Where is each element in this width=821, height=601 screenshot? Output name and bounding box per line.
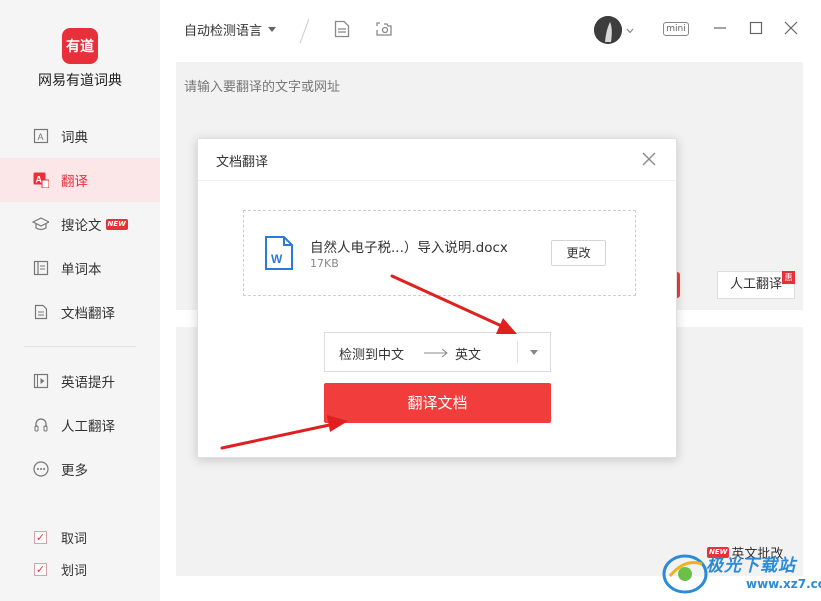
- arrow-right-icon: [423, 347, 449, 358]
- sidebar-item-wordbook[interactable]: 单词本: [0, 246, 160, 290]
- language-pair-select[interactable]: 检测到中文 英文: [324, 332, 551, 372]
- sidebar-item-paper-search[interactable]: 搜论文 NEW: [0, 202, 160, 246]
- sidebar-item-doc-translate[interactable]: 文档翻译: [0, 290, 160, 334]
- mini-mode-button[interactable]: mini: [663, 22, 689, 36]
- file-name: 自然人电子税...）导入说明.docx: [310, 240, 508, 256]
- file-drop-area[interactable]: W 自然人电子税...）导入说明.docx 17KB 更改: [243, 210, 636, 296]
- document-translate-icon[interactable]: [333, 20, 351, 38]
- dialog-divider: [198, 180, 676, 181]
- sidebar-item-dictionary[interactable]: A 词典: [0, 114, 160, 158]
- maximize-icon[interactable]: [748, 20, 764, 36]
- chevron-down-icon[interactable]: [626, 24, 634, 34]
- translate-document-button[interactable]: 翻译文档: [324, 383, 551, 423]
- dictionary-icon: A: [32, 128, 49, 145]
- sidebar-item-label: 单词本: [61, 262, 102, 278]
- dialog-title: 文档翻译: [216, 155, 269, 170]
- wordbook-icon: [32, 260, 49, 277]
- change-file-button[interactable]: 更改: [551, 240, 606, 266]
- svg-text:A: A: [35, 175, 42, 185]
- sidebar-item-label: 人工翻译: [61, 419, 115, 435]
- sidebar-item-human-translate[interactable]: 人工翻译: [0, 403, 160, 447]
- target-language: 英文: [455, 348, 482, 363]
- sidebar-item-label: 搜论文: [61, 218, 102, 234]
- source-language: 检测到中文: [339, 348, 405, 363]
- toolbar-divider: [299, 18, 310, 44]
- word-file-icon: W: [264, 235, 294, 271]
- sidebar-divider: [24, 346, 136, 347]
- new-badge: NEW: [105, 218, 128, 230]
- paper-icon: [32, 216, 49, 233]
- more-icon: [32, 461, 49, 478]
- screenshot-translate-icon[interactable]: [375, 20, 393, 38]
- file-size: 17KB: [310, 257, 339, 270]
- source-language-label: 自动检测语言: [184, 24, 263, 39]
- sidebar-item-label: 英语提升: [61, 375, 115, 391]
- minimize-icon[interactable]: [712, 20, 728, 36]
- play-icon: [32, 373, 49, 390]
- close-icon[interactable]: [642, 152, 656, 166]
- human-translate-button[interactable]: 人工翻译 惠: [717, 271, 795, 299]
- close-icon[interactable]: [783, 20, 799, 36]
- chevron-down-icon: [268, 27, 277, 32]
- watermark-text: 极光下载站: [706, 556, 796, 576]
- document-translate-dialog: 文档翻译 W 自然人电子税...）导入说明.docx 17KB 更改 检测到中文…: [197, 138, 677, 458]
- source-language-select[interactable]: 自动检测语言: [184, 20, 277, 39]
- sidebar-item-label: 词典: [61, 130, 88, 146]
- sidebar-item-label: 文档翻译: [61, 306, 115, 322]
- sidebar: 有道 网易有道词典 A 词典 A 翻译 搜论文 NEW 单词本 文档翻译 英语提…: [0, 0, 160, 601]
- source-text-placeholder: 请输入要翻译的文字或网址: [184, 80, 341, 95]
- discount-badge: 惠: [782, 271, 795, 284]
- select-divider: [517, 341, 518, 363]
- sidebar-item-more[interactable]: 更多: [0, 447, 160, 491]
- sidebar-item-label: 更多: [61, 463, 88, 479]
- app-logo: 有道: [62, 28, 98, 64]
- avatar[interactable]: [594, 16, 622, 44]
- svg-text:W: W: [271, 252, 283, 266]
- capture-word-label: 取词: [61, 532, 88, 547]
- select-word-checkbox[interactable]: ✓: [34, 563, 47, 576]
- sidebar-item-translate[interactable]: A 翻译: [0, 158, 160, 202]
- select-word-toggle[interactable]: ✓ 划词: [34, 560, 87, 579]
- capture-word-toggle[interactable]: ✓ 取词: [34, 528, 87, 547]
- translate-icon: A: [32, 172, 49, 189]
- app-name: 网易有道词典: [38, 73, 122, 89]
- sidebar-item-label: 翻译: [61, 174, 88, 190]
- document-icon: [32, 304, 49, 321]
- sidebar-item-english-boost[interactable]: 英语提升: [0, 359, 160, 403]
- human-translate-label: 人工翻译: [729, 277, 782, 292]
- select-word-label: 划词: [61, 564, 88, 579]
- svg-text:A: A: [37, 132, 43, 142]
- watermark-url: www.xz7.com: [746, 577, 821, 591]
- chevron-down-icon[interactable]: [530, 350, 538, 355]
- headset-icon: [32, 417, 49, 434]
- capture-word-checkbox[interactable]: ✓: [34, 531, 47, 544]
